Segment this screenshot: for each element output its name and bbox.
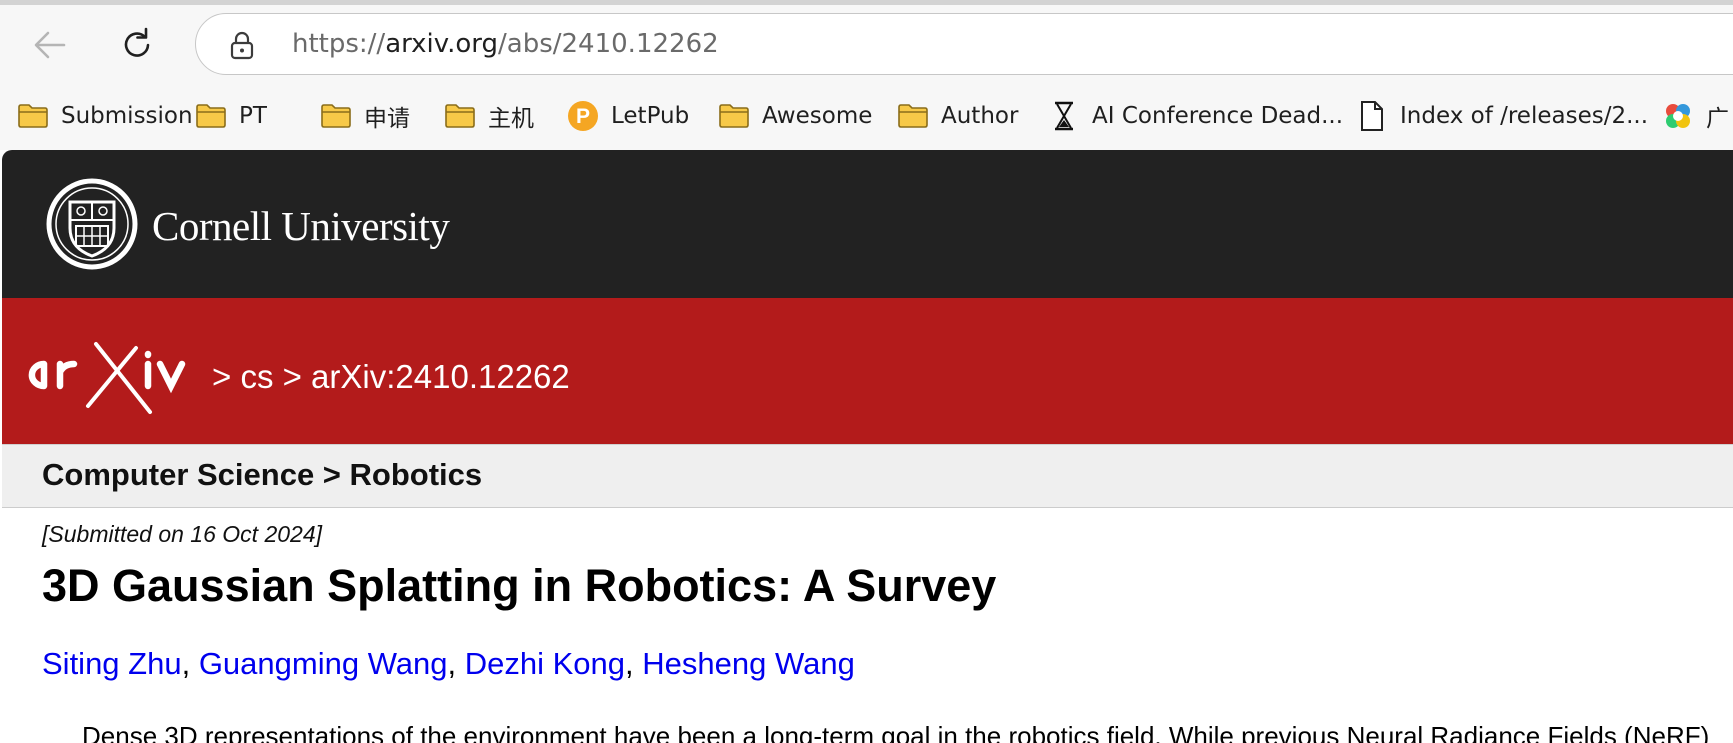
- lock-icon[interactable]: [229, 30, 255, 60]
- bookmark-label: LetPub: [611, 103, 690, 129]
- subject-heading: Computer Science > Robotics: [42, 457, 483, 492]
- author-list: Siting Zhu, Guangming Wang, Dezhi Kong, …: [42, 646, 855, 681]
- url-text[interactable]: https://arxiv.org/abs/2410.12262: [292, 28, 719, 60]
- author-link[interactable]: Hesheng Wang: [642, 646, 855, 681]
- bookmark-letpub[interactable]: P LetPub: [567, 99, 689, 133]
- bookmark-apply[interactable]: 申请: [320, 99, 410, 133]
- bookmark-label: Author: [941, 103, 1019, 129]
- back-button[interactable]: [27, 22, 73, 68]
- folder-icon: [320, 102, 352, 130]
- bookmark-author[interactable]: Author: [897, 99, 1018, 133]
- bookmark-submission[interactable]: Submission: [17, 99, 193, 133]
- folder-icon: [195, 102, 227, 130]
- bookmark-host[interactable]: 主机: [444, 99, 534, 133]
- cornell-seal-logo[interactable]: [46, 178, 138, 270]
- bookmark-label: 主机: [488, 106, 534, 132]
- bookmark-label: AI Conference Dead...: [1092, 103, 1344, 129]
- hourglass-icon: [1048, 101, 1080, 131]
- page-icon: [1356, 101, 1388, 131]
- bookmark-label: Submission: [61, 103, 193, 129]
- cornell-header: Cornell University: [2, 150, 1733, 298]
- back-arrow-icon: [34, 31, 66, 59]
- address-bar[interactable]: https://arxiv.org/abs/2410.12262: [195, 13, 1733, 75]
- cornell-university-name[interactable]: Cornell University: [152, 202, 450, 250]
- folder-icon: [17, 102, 49, 130]
- bookmark-label: Awesome: [762, 103, 873, 129]
- breadcrumb[interactable]: > cs > arXiv:2410.12262: [212, 358, 570, 396]
- author-link[interactable]: Dezhi Kong: [465, 646, 625, 681]
- submission-date: [Submitted on 16 Oct 2024]: [42, 521, 323, 547]
- bookmark-guang[interactable]: 广: [1662, 99, 1729, 133]
- abstract-text: Dense 3D representations of the environm…: [82, 721, 1710, 743]
- url-path: /abs/2410.12262: [498, 29, 719, 59]
- colorful-site-icon: [1662, 102, 1694, 130]
- author-link[interactable]: Siting Zhu: [42, 646, 182, 681]
- folder-icon: [444, 102, 476, 130]
- letpub-icon: P: [567, 101, 599, 131]
- bookmark-index-releases[interactable]: Index of /releases/2...: [1356, 99, 1648, 133]
- arxiv-logo[interactable]: [18, 336, 206, 420]
- url-host: arxiv.org: [385, 29, 499, 59]
- reload-icon: [124, 27, 150, 57]
- reload-button[interactable]: [114, 22, 160, 68]
- folder-icon: [718, 102, 750, 130]
- bookmark-awesome[interactable]: Awesome: [718, 99, 872, 133]
- browser-toolbar: https://arxiv.org/abs/2410.12262: [0, 5, 1733, 83]
- bookmark-ai-conference-deadlines[interactable]: AI Conference Dead...: [1048, 99, 1343, 133]
- paper-title: 3D Gaussian Splatting in Robotics: A Sur…: [42, 560, 997, 611]
- arxiv-header: > cs > arXiv:2410.12262: [2, 298, 1733, 444]
- url-scheme: https://: [292, 29, 386, 59]
- author-link[interactable]: Guangming Wang: [199, 646, 448, 681]
- subject-bar: Computer Science > Robotics: [2, 444, 1733, 508]
- svg-text:P: P: [576, 105, 590, 128]
- bookmark-label: 申请: [364, 106, 410, 132]
- bookmark-label: Index of /releases/2...: [1400, 103, 1649, 129]
- bookmarks-bar: Submission PT 申请 主机 P LetPub Awesome Aut…: [0, 83, 1733, 150]
- bookmark-label: 广: [1706, 106, 1729, 132]
- folder-icon: [897, 102, 929, 130]
- bookmark-pt[interactable]: PT: [195, 99, 267, 133]
- bookmark-label: PT: [239, 103, 267, 129]
